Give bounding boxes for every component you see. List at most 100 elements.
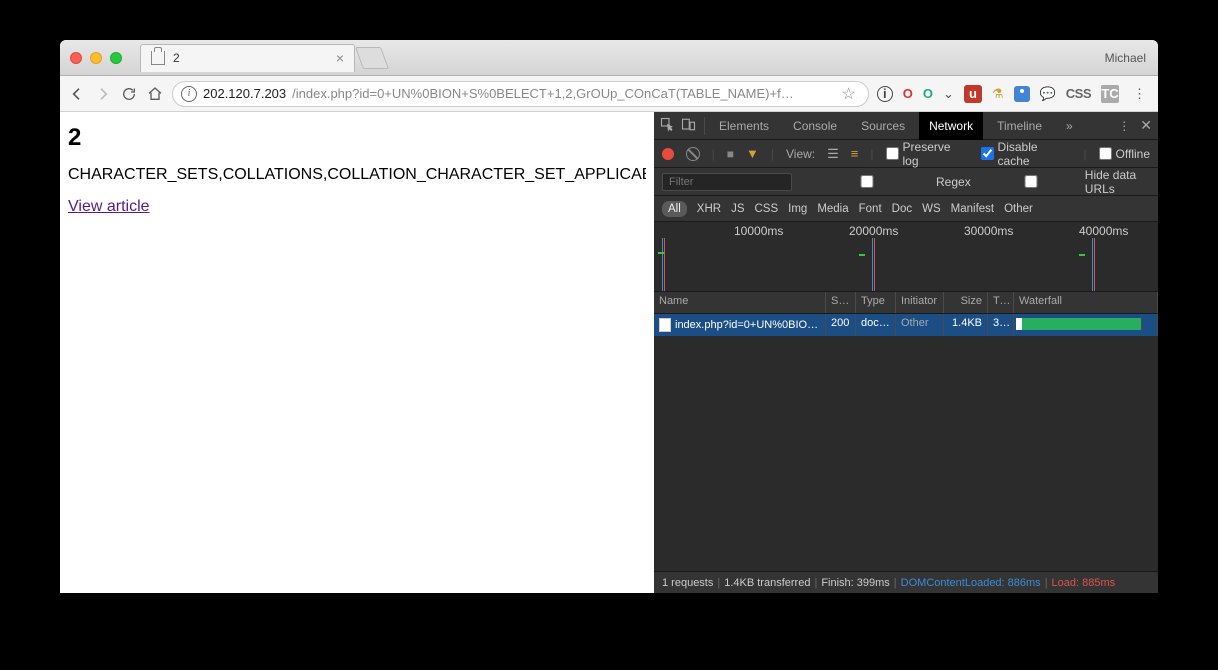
maximize-window-button[interactable] <box>110 52 122 64</box>
filter-js[interactable]: JS <box>731 203 744 215</box>
tab-timeline[interactable]: Timeline <box>987 112 1052 140</box>
devtools-panel: Elements Console Sources Network Timelin… <box>654 112 1158 593</box>
status-transferred: 1.4KB transferred <box>724 577 810 589</box>
chrome-menu-button[interactable]: ⋮ <box>1129 86 1150 102</box>
col-status[interactable]: St… <box>826 292 856 313</box>
filter-img[interactable]: Img <box>788 203 807 215</box>
col-time[interactable]: Ti… <box>988 292 1014 313</box>
request-row[interactable]: index.php?id=0+UN%0BIO… 200 docu… Other … <box>654 314 1158 336</box>
titlebar: 2 × Michael <box>60 40 1158 76</box>
timeline-overview[interactable]: 10000ms 20000ms 30000ms 40000ms <box>654 222 1158 292</box>
profile-label[interactable]: Michael <box>1105 51 1146 65</box>
filter-input[interactable] <box>662 173 792 191</box>
filter-toggle-icon[interactable]: ▼ <box>746 146 759 161</box>
view-article-link[interactable]: View article <box>68 198 150 215</box>
col-size[interactable]: Size <box>944 292 988 313</box>
filter-all[interactable]: All <box>662 201 687 217</box>
window-controls <box>70 52 122 64</box>
forward-button[interactable] <box>94 85 112 103</box>
status-load: Load: 885ms <box>1052 577 1116 589</box>
url-input[interactable]: i 202.120.7.203/index.php?id=0+UN%0BION+… <box>172 81 869 107</box>
hide-data-urls-checkbox[interactable]: Hide data URLs <box>981 168 1150 196</box>
extension-css-icon[interactable]: CSS <box>1066 86 1091 101</box>
request-initiator: Other <box>896 314 944 336</box>
request-name: index.php?id=0+UN%0BIO… <box>675 319 818 331</box>
request-table-empty <box>654 336 1158 571</box>
url-path: /index.php?id=0+UN%0BION+S%0BELECT+1,2,G… <box>292 86 831 101</box>
site-info-icon[interactable]: i <box>181 86 197 102</box>
file-icon <box>659 318 671 332</box>
new-tab-button[interactable] <box>355 47 389 69</box>
view-label: View: <box>786 147 815 161</box>
devtools-close-button[interactable]: ✕ <box>1140 117 1152 134</box>
filter-types: All XHR JS CSS Img Media Font Doc WS Man… <box>654 196 1158 222</box>
page-content: 2 CHARACTER_SETS,COLLATIONS,COLLATION_CH… <box>60 112 654 593</box>
extension-omega-red-icon[interactable]: O <box>903 86 913 101</box>
tab-network[interactable]: Network <box>919 112 983 140</box>
tick: 30000ms <box>964 224 1013 238</box>
extension-omega-green-icon[interactable]: O <box>923 86 933 101</box>
tab-more[interactable]: » <box>1056 112 1083 140</box>
tick: 10000ms <box>734 224 783 238</box>
extensions: i O O ⌄ u ⚗ 💬 CSS TC ⋮ <box>877 85 1150 103</box>
tick: 40000ms <box>1079 224 1128 238</box>
close-window-button[interactable] <box>70 52 82 64</box>
col-initiator[interactable]: Initiator <box>896 292 944 313</box>
view-waterfall-icon[interactable]: ≡ <box>851 146 859 161</box>
record-button[interactable] <box>662 148 674 160</box>
request-size: 1.4KB <box>944 314 988 336</box>
reload-button[interactable] <box>120 85 138 103</box>
network-filter-bar: Regex Hide data URLs <box>654 168 1158 196</box>
col-name[interactable]: Name <box>654 292 826 313</box>
bookmark-star-icon[interactable]: ☆ <box>837 84 859 104</box>
filter-manifest[interactable]: Manifest <box>951 203 994 215</box>
address-bar: i 202.120.7.203/index.php?id=0+UN%0BION+… <box>60 76 1158 112</box>
screenshot-icon[interactable]: ■ <box>727 147 734 161</box>
home-button[interactable] <box>146 85 164 103</box>
filter-ws[interactable]: WS <box>922 203 941 215</box>
tab-console[interactable]: Console <box>783 112 847 140</box>
page-body-text: CHARACTER_SETS,COLLATIONS,COLLATION_CHAR… <box>68 166 646 184</box>
device-toggle-icon[interactable] <box>681 117 696 135</box>
browser-tab[interactable]: 2 × <box>140 44 355 72</box>
offline-checkbox[interactable]: Offline <box>1099 147 1150 161</box>
filter-css[interactable]: CSS <box>754 203 778 215</box>
network-status-bar: 1 requests | 1.4KB transferred | Finish:… <box>654 571 1158 593</box>
browser-window: 2 × Michael i 202.120.7.203/index.php?id… <box>60 40 1158 593</box>
extension-ublock-icon[interactable]: u <box>964 85 982 103</box>
url-host: 202.120.7.203 <box>203 86 286 101</box>
preserve-log-checkbox[interactable]: Preserve log <box>886 140 969 168</box>
disable-cache-checkbox[interactable]: Disable cache <box>981 140 1072 168</box>
extension-chat-icon[interactable]: 💬 <box>1040 86 1056 102</box>
filter-other[interactable]: Other <box>1004 203 1033 215</box>
favicon-icon <box>151 51 165 65</box>
extension-pin-icon[interactable] <box>1014 86 1030 102</box>
clear-button[interactable] <box>686 147 700 161</box>
status-dcl: DOMContentLoaded: 886ms <box>901 577 1041 589</box>
request-waterfall <box>1014 314 1158 336</box>
network-toolbar: | ■ ▼ | View: ☰ ≡ | Preserve log Disable… <box>654 140 1158 168</box>
col-waterfall[interactable]: Waterfall <box>1014 292 1158 313</box>
tab-sources[interactable]: Sources <box>851 112 915 140</box>
filter-xhr[interactable]: XHR <box>697 203 721 215</box>
col-type[interactable]: Type <box>856 292 896 313</box>
tab-title: 2 <box>173 51 180 65</box>
devtools-menu-button[interactable]: ⋮ <box>1118 119 1130 133</box>
view-list-icon[interactable]: ☰ <box>827 146 839 162</box>
extension-pocket-icon[interactable]: ⌄ <box>943 86 954 102</box>
extension-info-icon[interactable]: i <box>877 86 893 102</box>
minimize-window-button[interactable] <box>90 52 102 64</box>
request-time: 3… <box>988 314 1014 336</box>
extension-tc-icon[interactable]: TC <box>1101 85 1119 103</box>
inspect-element-icon[interactable] <box>660 117 675 135</box>
tab-elements[interactable]: Elements <box>709 112 779 140</box>
extension-beaker-icon[interactable]: ⚗ <box>992 86 1004 102</box>
filter-font[interactable]: Font <box>859 203 882 215</box>
devtools-tabs: Elements Console Sources Network Timelin… <box>654 112 1158 140</box>
request-status: 200 <box>826 314 856 336</box>
filter-media[interactable]: Media <box>817 203 848 215</box>
close-tab-button[interactable]: × <box>336 50 344 66</box>
back-button[interactable] <box>68 85 86 103</box>
filter-doc[interactable]: Doc <box>892 203 912 215</box>
regex-checkbox[interactable]: Regex <box>802 175 971 189</box>
